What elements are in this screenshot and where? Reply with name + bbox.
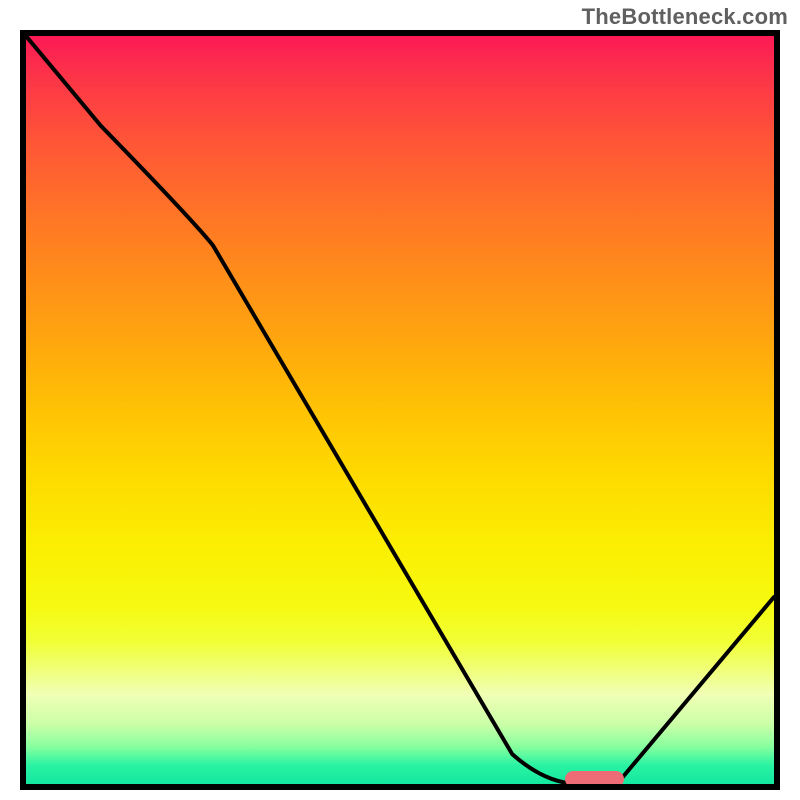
- watermark-text: TheBottleneck.com: [582, 4, 788, 30]
- bottleneck-curve: [26, 36, 774, 784]
- chart-page: TheBottleneck.com: [0, 0, 800, 800]
- optimal-zone-marker: [565, 771, 625, 787]
- plot-area: [20, 30, 780, 790]
